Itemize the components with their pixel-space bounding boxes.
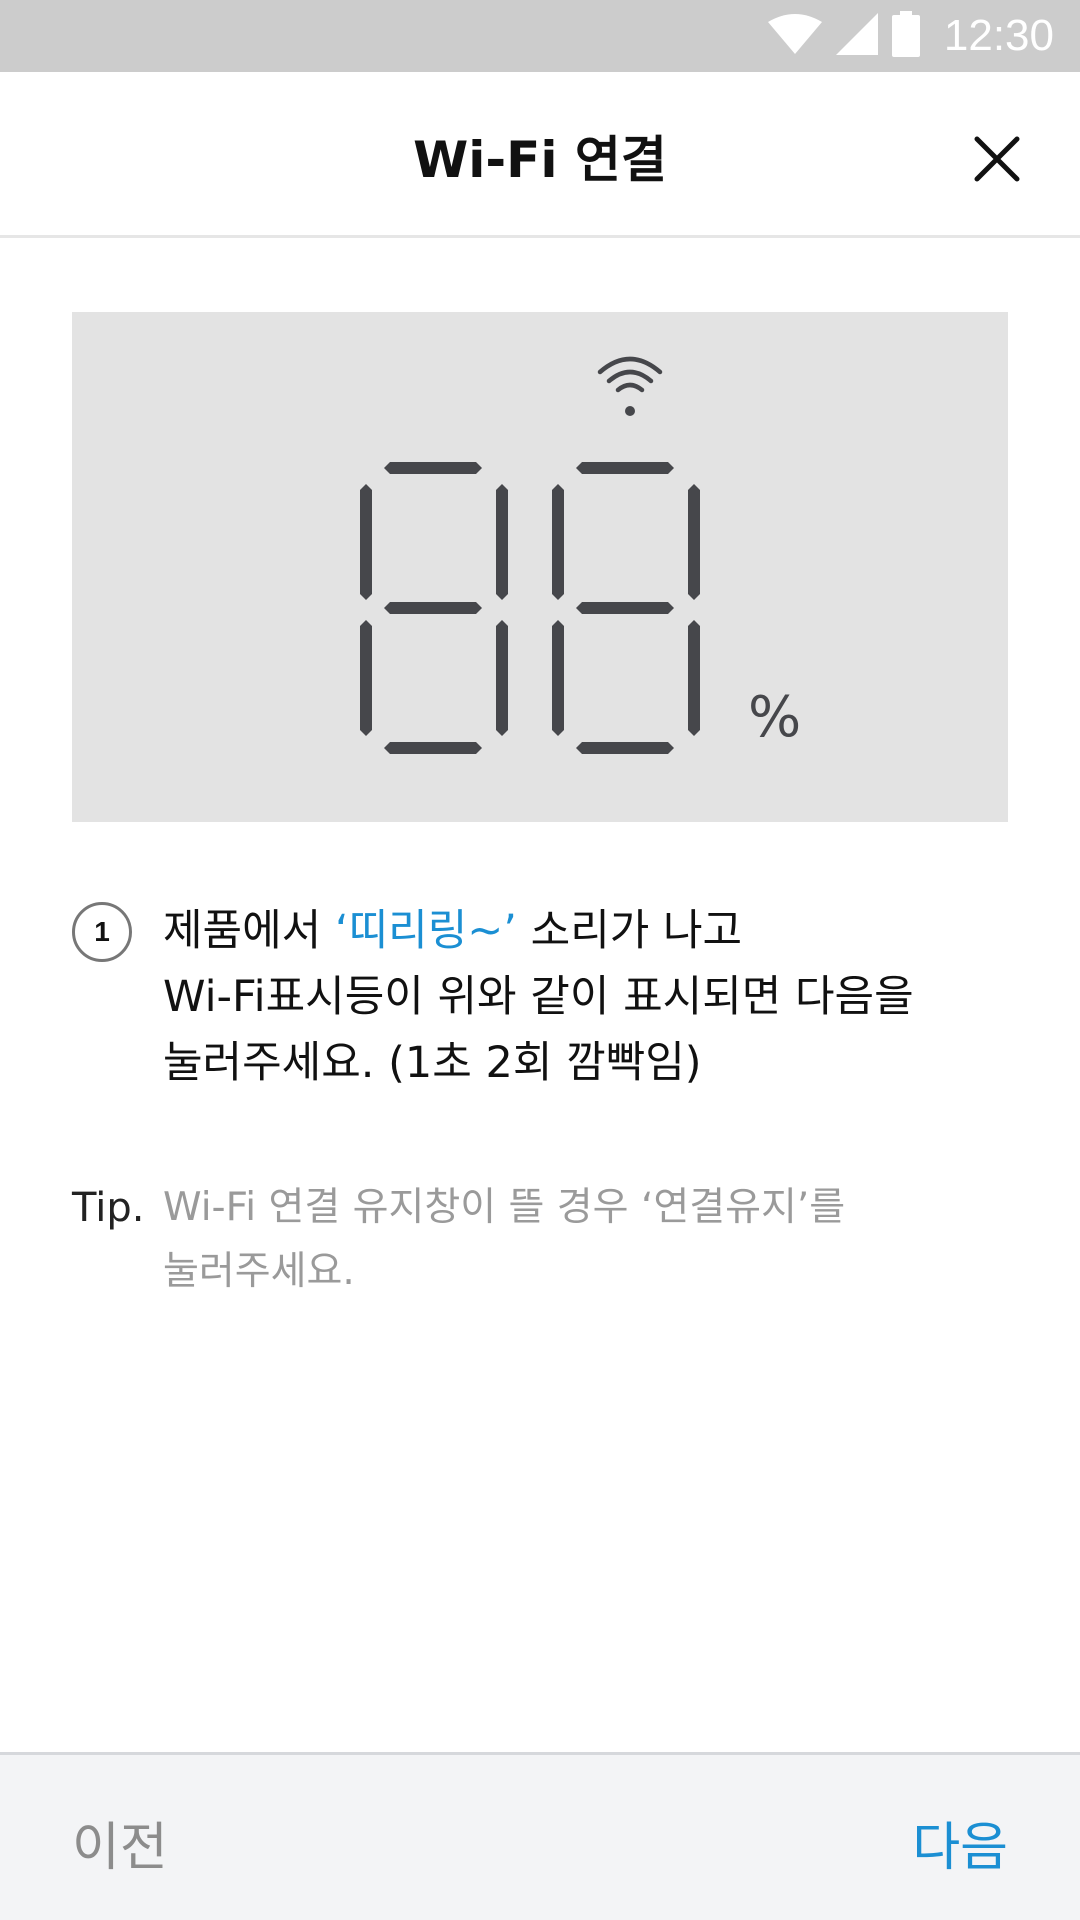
status-bar: 12:30 <box>0 0 1080 72</box>
digit-2 <box>552 462 700 754</box>
close-icon <box>974 136 1020 182</box>
wifi-icon <box>767 14 822 58</box>
display-illustration: % <box>72 312 1008 822</box>
status-time: 12:30 <box>943 11 1054 60</box>
percent-unit: % <box>748 685 801 750</box>
sound-highlight: ‘띠리링~’ <box>334 906 517 956</box>
battery-icon <box>891 11 920 61</box>
next-button[interactable]: 다음 <box>912 1805 1008 1880</box>
prev-button[interactable]: 이전 <box>72 1805 168 1880</box>
bottom-nav-bar: 이전 다음 <box>0 1752 1080 1920</box>
instruction-line-3: 눌러주세요. (1초 2회 깜빡임) <box>163 1038 702 1088</box>
tip-line-2: 눌러주세요. <box>163 1249 355 1294</box>
page-title: Wi-Fi 연결 <box>413 131 667 189</box>
close-button[interactable] <box>962 124 1032 194</box>
tip-label: Tip. <box>72 1185 145 1231</box>
app-bar: Wi-Fi 연결 <box>0 72 1080 238</box>
tip-text: Wi-Fi 연결 유지창이 뜰 경우 ‘연결유지’를 눌러주세요. <box>163 1176 983 1304</box>
instruction-line-2: Wi-Fi표시등이 위와 같이 표시되면 다음을 <box>163 972 914 1022</box>
instruction-text: 제품에서 ‘띠리링~’ 소리가 나고 Wi-Fi표시등이 위와 같이 표시되면 … <box>163 898 1023 1096</box>
cell-signal-icon <box>835 13 878 59</box>
step-number-badge: 1 <box>72 902 132 962</box>
instruction-line-1: 제품에서 ‘띠리링~’ 소리가 나고 <box>163 906 743 956</box>
digit-1 <box>360 462 508 754</box>
tip-line-1: Wi-Fi 연결 유지창이 뜰 경우 ‘연결유지’를 <box>163 1185 846 1230</box>
seven-segment-display: % <box>360 356 801 754</box>
wifi-icon <box>597 356 663 416</box>
